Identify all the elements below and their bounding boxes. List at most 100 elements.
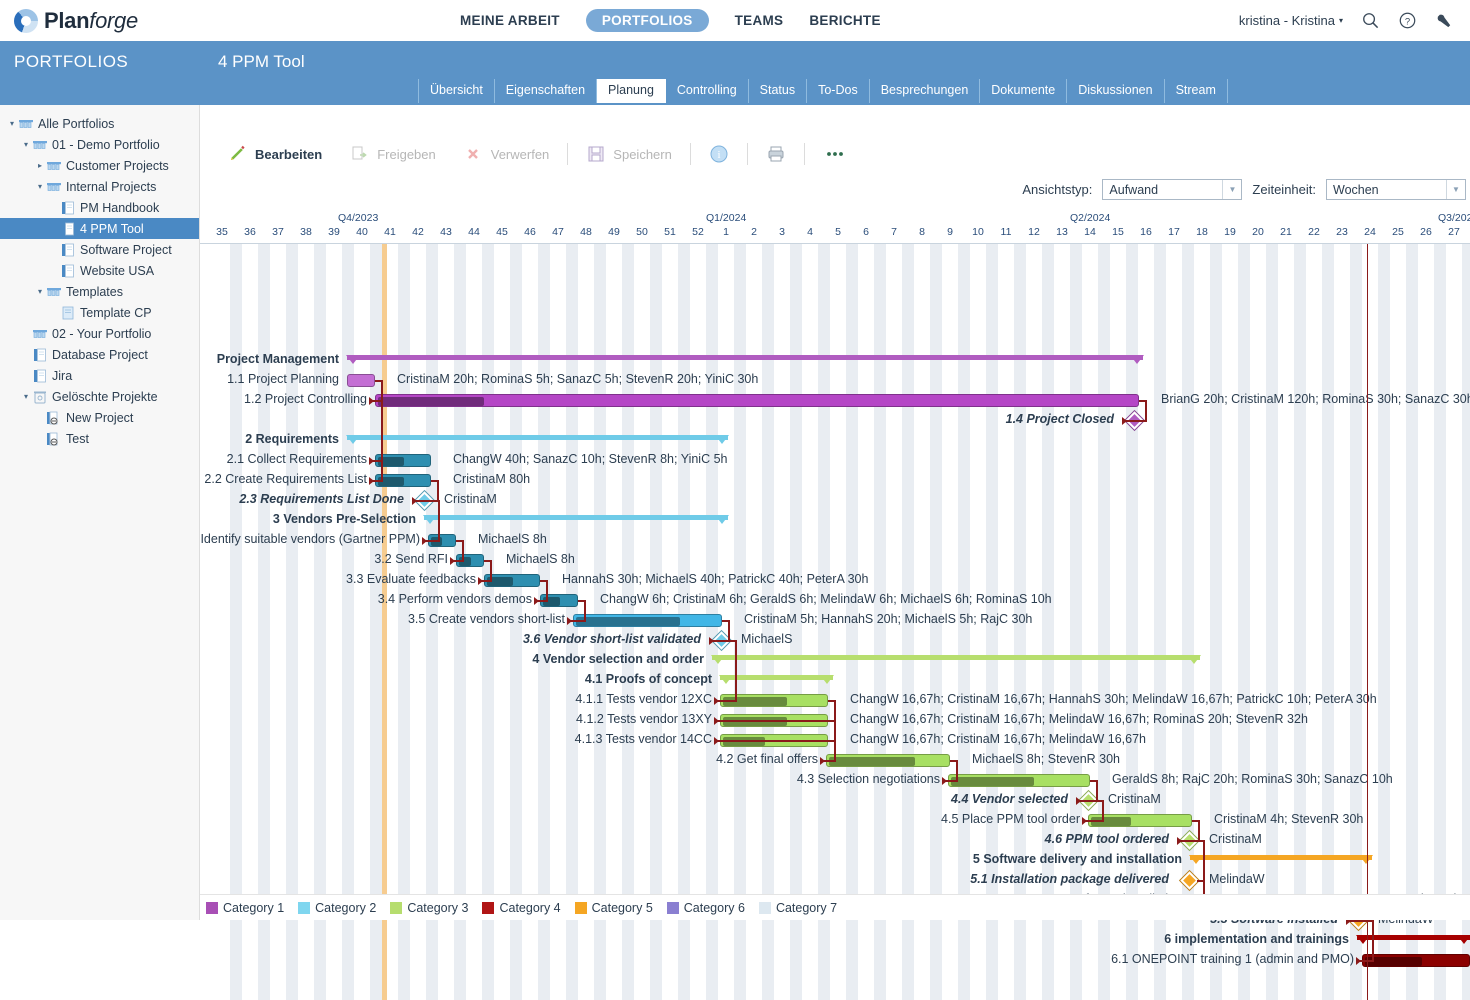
sidebar-item-test[interactable]: Test xyxy=(0,428,199,449)
sidebar-item-templates[interactable]: ▾Templates xyxy=(0,281,199,302)
tab-status[interactable]: Status xyxy=(749,79,807,103)
gantt-row[interactable]: 3.1 Identify suitable vendors (Gartner P… xyxy=(200,530,1470,550)
tab-diskussionen[interactable]: Diskussionen xyxy=(1067,79,1164,103)
gantt-row[interactable]: 4.5 Place PPM tool orderCristinaM 4h; St… xyxy=(200,810,1470,830)
gantt-row[interactable]: 2.3 Requirements List DoneCristinaM xyxy=(200,490,1470,510)
sidebar-item-template-cp[interactable]: Template CP xyxy=(0,302,199,323)
gantt-row[interactable]: 3.3 Evaluate feedbacksHannahS 30h; Micha… xyxy=(200,570,1470,590)
sidebar-item-new-project[interactable]: New Project xyxy=(0,407,199,428)
nav-teams[interactable]: TEAMS xyxy=(735,13,784,28)
gantt-milestone-marker[interactable] xyxy=(1180,871,1198,889)
gantt-row[interactable]: 3.6 Vendor short-list validatedMichaelS xyxy=(200,630,1470,650)
sidebar-item-database-project[interactable]: Database Project xyxy=(0,344,199,365)
gantt-row[interactable]: 2.2 Create Requirements ListCristinaM 80… xyxy=(200,470,1470,490)
gantt-row[interactable]: 4.1 Proofs of concept xyxy=(200,670,1470,690)
expand-caret-icon[interactable]: ▾ xyxy=(20,140,32,149)
sidebar-item-software-project[interactable]: Software Project xyxy=(0,239,199,260)
gantt-dependency-arrow xyxy=(1076,797,1081,805)
gantt-row[interactable]: 2 Requirements xyxy=(200,430,1470,450)
discard-button[interactable]: Verwerfen xyxy=(450,144,564,164)
gantt-task-bar[interactable] xyxy=(375,454,431,467)
viewtype-select[interactable]: Aufwand ▼ xyxy=(1102,179,1242,200)
gantt-task-bar[interactable] xyxy=(826,754,950,767)
gantt-task-bar[interactable] xyxy=(375,474,431,487)
expand-caret-icon[interactable]: ▸ xyxy=(34,161,46,170)
gantt-row[interactable]: 6.1 ONEPOINT training 1 (admin and PMO) xyxy=(200,950,1470,970)
sidebar-item-4-ppm-tool[interactable]: 4 PPM Tool xyxy=(0,218,199,239)
gantt-task-bar[interactable] xyxy=(375,394,1139,407)
sidebar-item-gel-schte-projekte[interactable]: ▾Gelöschte Projekte xyxy=(0,386,199,407)
tab-to-dos[interactable]: To-Dos xyxy=(807,79,870,103)
gantt-task-bar[interactable] xyxy=(948,774,1090,787)
sidebar-item-jira[interactable]: Jira xyxy=(0,365,199,386)
nav-meine-arbeit[interactable]: MEINE ARBEIT xyxy=(460,13,560,28)
gantt-task-bar[interactable] xyxy=(573,614,722,627)
more-button[interactable] xyxy=(809,144,861,164)
expand-caret-icon[interactable]: ▾ xyxy=(6,119,18,128)
gantt-summary-bar[interactable] xyxy=(712,655,1200,660)
release-button[interactable]: Freigeben xyxy=(336,144,450,164)
nav-portfolios[interactable]: PORTFOLIOS xyxy=(586,9,709,32)
gantt-row[interactable]: 4.4 Vendor selectedCristinaM xyxy=(200,790,1470,810)
sidebar-item-internal-projects[interactable]: ▾Internal Projects xyxy=(0,176,199,197)
gantt-summary-bar[interactable] xyxy=(1190,855,1372,860)
gantt-task-bar[interactable] xyxy=(347,374,375,387)
gantt-summary-bar[interactable] xyxy=(347,355,1143,360)
tab-besprechungen[interactable]: Besprechungen xyxy=(870,79,981,103)
gantt-summary-bar[interactable] xyxy=(1357,935,1470,940)
gantt-row[interactable]: 3.4 Perform vendors demosChangW 6h; Cris… xyxy=(200,590,1470,610)
gantt-summary-bar[interactable] xyxy=(424,515,728,520)
gantt-task-bar[interactable] xyxy=(1362,954,1470,967)
gantt-row[interactable]: 3 Vendors Pre-Selection xyxy=(200,510,1470,530)
gantt-row[interactable]: 3.5 Create vendors short-listCristinaM 5… xyxy=(200,610,1470,630)
tab-controlling[interactable]: Controlling xyxy=(666,79,749,103)
gantt-task-bar[interactable] xyxy=(1088,814,1192,827)
gantt-row[interactable]: 1.2 Project ControllingBrianG 20h; Crist… xyxy=(200,390,1470,410)
gantt-chart[interactable]: Q4/2023Q1/2024Q2/2024Q3/2023536373839404… xyxy=(200,210,1470,1000)
sidebar-item-customer-projects[interactable]: ▸Customer Projects xyxy=(0,155,199,176)
tab--bersicht[interactable]: Übersicht xyxy=(418,79,495,103)
gantt-rows[interactable]: Project Management1.1 Project PlanningCr… xyxy=(200,244,1470,1000)
expand-caret-icon[interactable]: ▾ xyxy=(34,287,46,296)
gantt-row[interactable]: 4.6 PPM tool orderedCristinaM xyxy=(200,830,1470,850)
tab-dokumente[interactable]: Dokumente xyxy=(980,79,1067,103)
gantt-row[interactable]: 6 implementation and trainings xyxy=(200,930,1470,950)
gantt-row[interactable]: 4 Vendor selection and order xyxy=(200,650,1470,670)
gantt-row[interactable]: 1.1 Project PlanningCristinaM 20h; Romin… xyxy=(200,370,1470,390)
tab-eigenschaften[interactable]: Eigenschaften xyxy=(495,79,597,103)
sidebar-item-01-demo-portfolio[interactable]: ▾01 - Demo Portfolio xyxy=(0,134,199,155)
sidebar-item-website-usa[interactable]: Website USA xyxy=(0,260,199,281)
tab-stream[interactable]: Stream xyxy=(1165,79,1228,103)
sidebar-item-alle-portfolios[interactable]: ▾Alle Portfolios xyxy=(0,113,199,134)
sidebar-item-02-your-portfolio[interactable]: 02 - Your Portfolio xyxy=(0,323,199,344)
gantt-summary-bar[interactable] xyxy=(347,435,728,440)
app-logo[interactable]: Planforge xyxy=(0,8,200,34)
gantt-row[interactable]: 1.4 Project Closed xyxy=(200,410,1470,430)
sidebar-tree[interactable]: ▾Alle Portfolios▾01 - Demo Portfolio▸Cus… xyxy=(0,105,200,920)
viewtype-chevron-down-icon[interactable]: ▼ xyxy=(1222,180,1241,199)
gantt-task-bar[interactable] xyxy=(484,574,540,587)
search-icon[interactable] xyxy=(1361,11,1380,30)
print-button[interactable] xyxy=(752,144,800,164)
expand-caret-icon[interactable]: ▾ xyxy=(34,182,46,191)
user-menu[interactable]: kristina - Kristina xyxy=(1239,13,1335,28)
help-icon[interactable]: ? xyxy=(1398,11,1417,30)
expand-caret-icon[interactable]: ▾ xyxy=(20,392,32,401)
save-button[interactable]: Speichern xyxy=(572,144,686,164)
gantt-row[interactable]: 4.3 Selection negotiationsGeraldS 8h; Ra… xyxy=(200,770,1470,790)
gantt-row[interactable]: Project Management xyxy=(200,350,1470,370)
edit-button[interactable]: Bearbeiten xyxy=(214,144,336,164)
nav-berichte[interactable]: BERICHTE xyxy=(809,13,880,28)
gantt-row[interactable]: 2.1 Collect RequirementsChangW 40h; Sana… xyxy=(200,450,1470,470)
user-menu-chevron-down-icon[interactable]: ▾ xyxy=(1339,16,1343,25)
tab-planung[interactable]: Planung xyxy=(597,79,666,103)
timeunit-select[interactable]: Wochen ▼ xyxy=(1326,179,1466,200)
gantt-row[interactable]: 5 Software delivery and installation xyxy=(200,850,1470,870)
gantt-row[interactable]: 3.2 Send RFIMichaelS 8h xyxy=(200,550,1470,570)
timeunit-chevron-down-icon[interactable]: ▼ xyxy=(1446,180,1465,199)
gantt-summary-bar[interactable] xyxy=(720,675,833,680)
tools-icon[interactable] xyxy=(1435,11,1454,30)
info-button[interactable]: i xyxy=(695,144,743,164)
sidebar-item-pm-handbook[interactable]: PM Handbook xyxy=(0,197,199,218)
gantt-row[interactable]: 5.1 Installation package deliveredMelind… xyxy=(200,870,1470,890)
